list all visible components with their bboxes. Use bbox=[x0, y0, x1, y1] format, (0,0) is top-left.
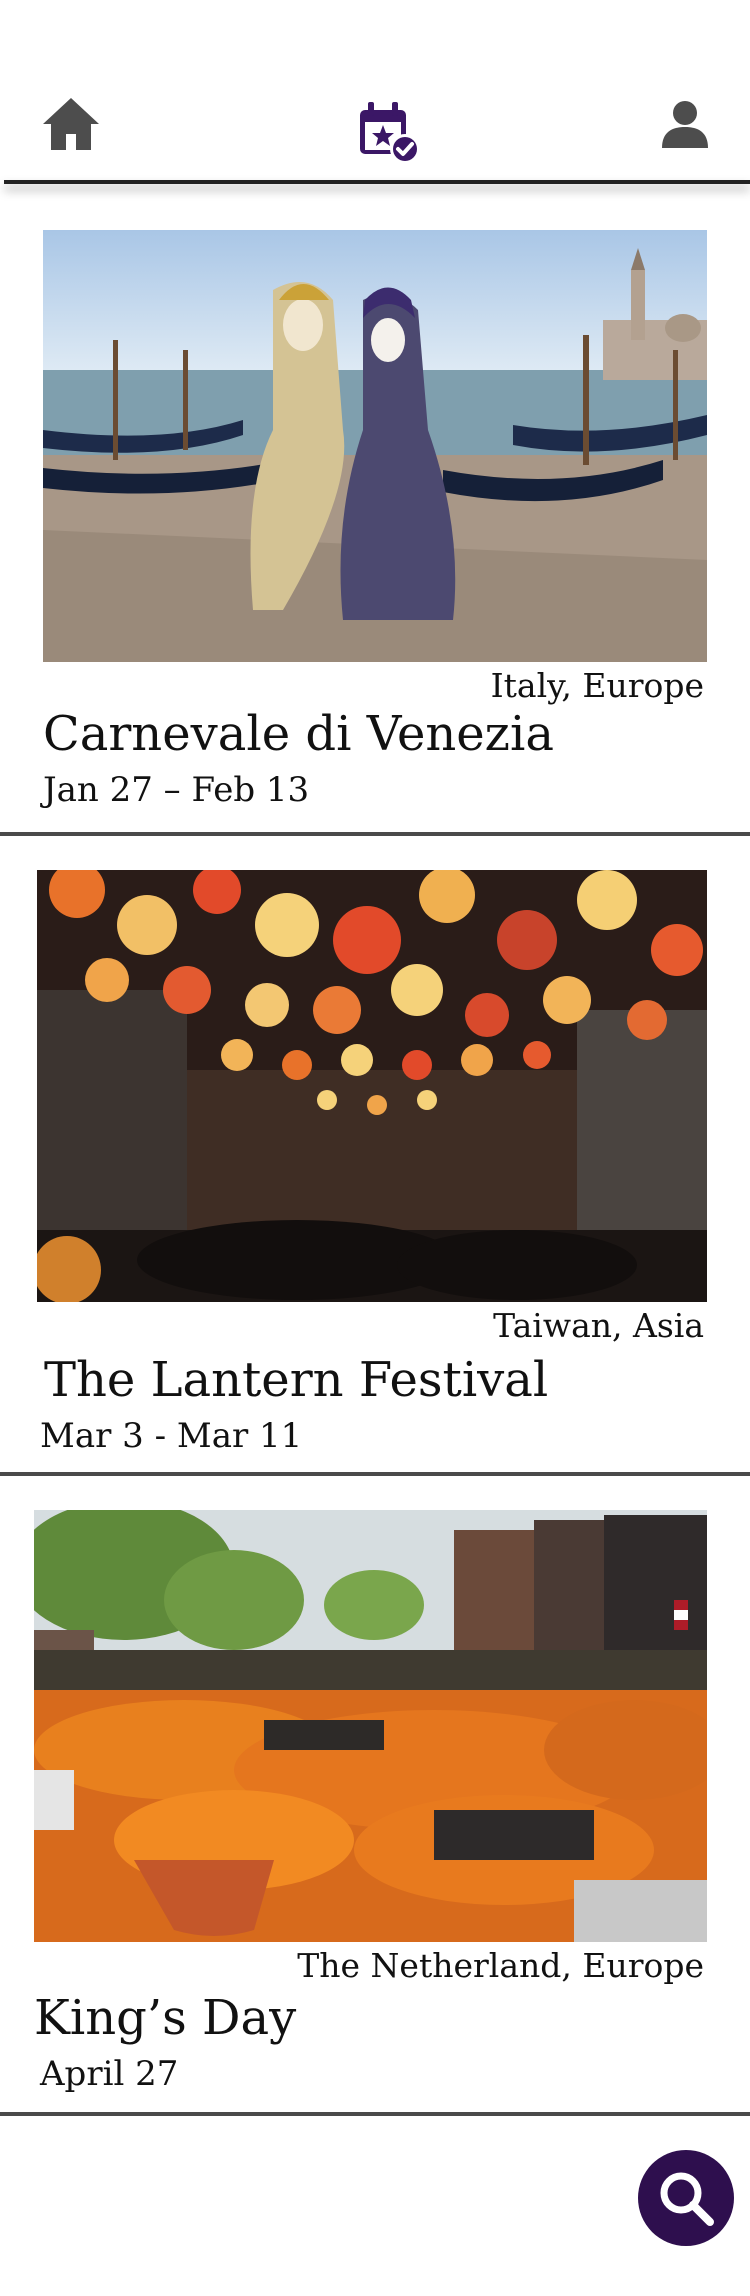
event-card[interactable]: The Netherland, Europe King’s Day April … bbox=[0, 0, 750, 2120]
search-button[interactable] bbox=[638, 2150, 734, 2246]
search-icon bbox=[660, 2172, 714, 2226]
event-location: The Netherland, Europe bbox=[297, 1946, 704, 1985]
event-dates: April 27 bbox=[40, 2054, 179, 2094]
card-divider bbox=[0, 2112, 750, 2116]
event-photo bbox=[34, 1510, 707, 1942]
event-title[interactable]: King’s Day bbox=[34, 1990, 296, 2046]
